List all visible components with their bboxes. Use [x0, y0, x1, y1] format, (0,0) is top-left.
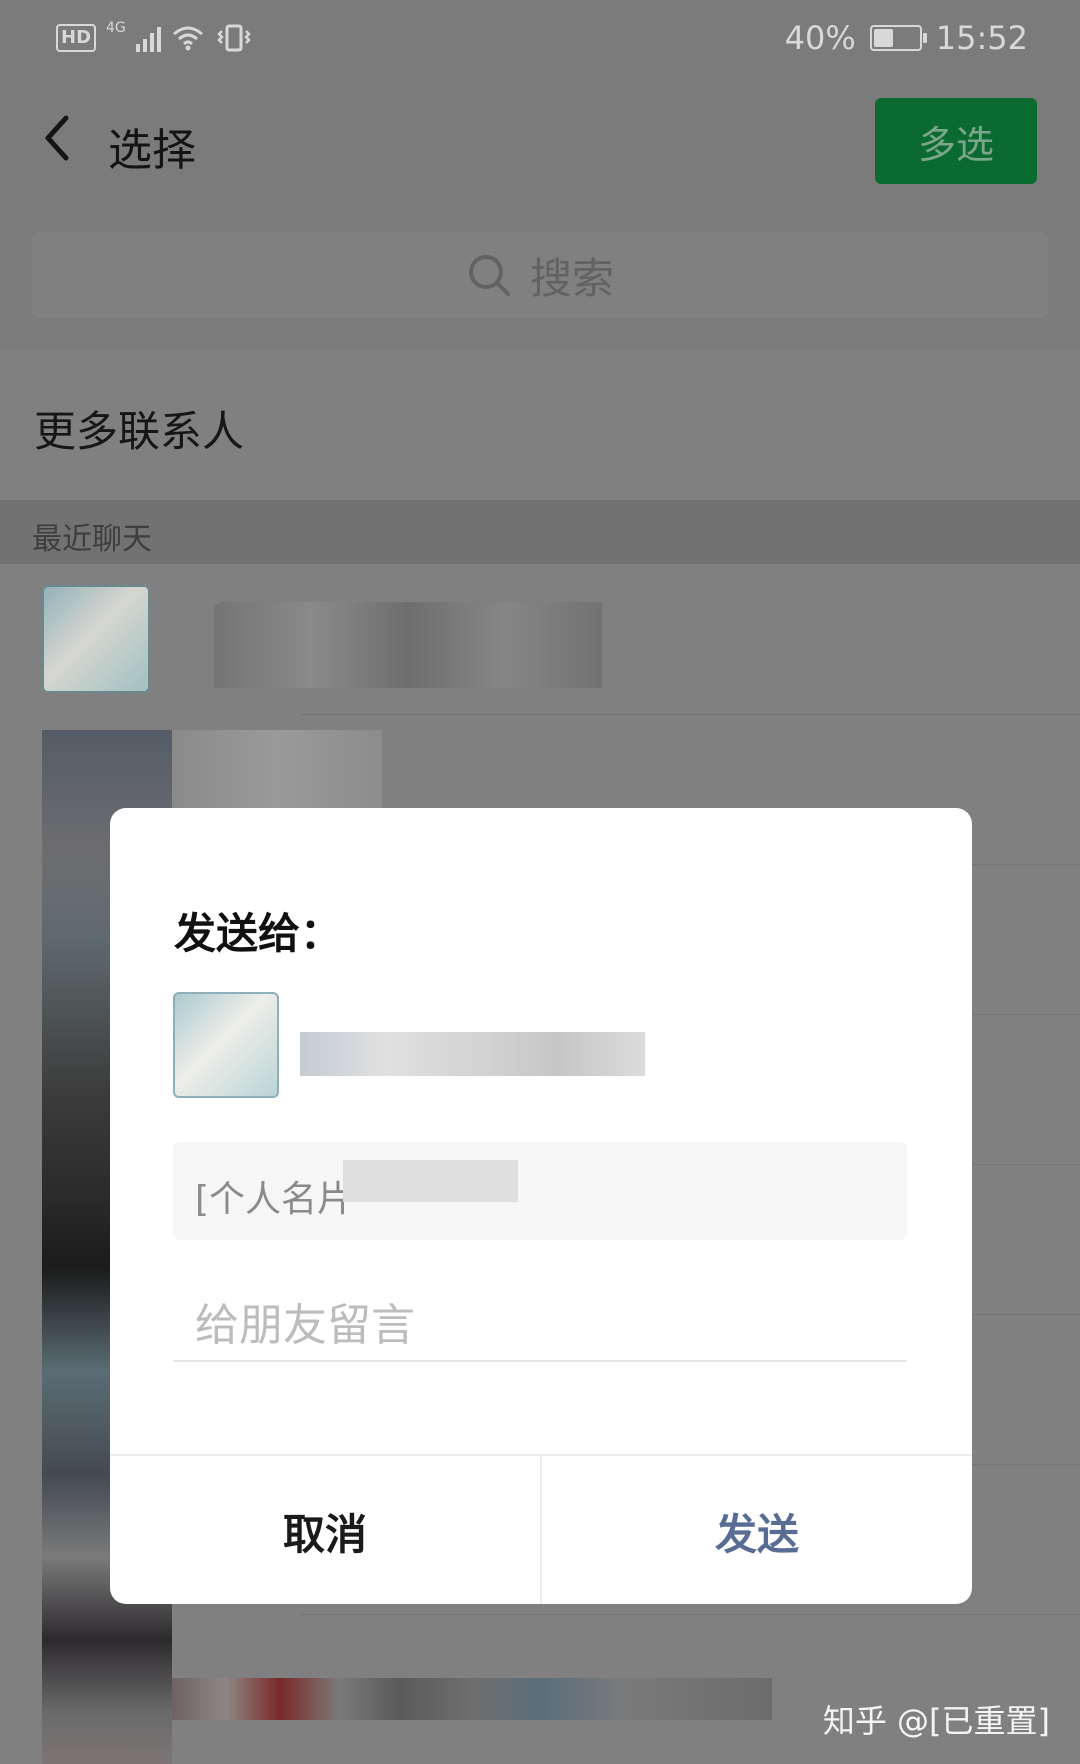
network-type: 4G	[106, 20, 126, 36]
recent-chats-header: 最近聊天	[0, 500, 1080, 564]
pixelated-card-name	[343, 1160, 518, 1202]
list-divider	[300, 1614, 1080, 1615]
status-bar: HD 4G 40% 15:52	[0, 0, 1080, 78]
recipient-avatar	[173, 992, 279, 1098]
pixelated-name	[172, 1678, 772, 1720]
page-title: 选择	[108, 125, 196, 176]
battery-level	[873, 29, 893, 47]
card-preview-text: [个人名片	[195, 1179, 354, 1220]
avatar[interactable]	[42, 585, 150, 693]
status-icons-left: HD 4G	[56, 20, 253, 56]
dialog-title: 发送给：	[174, 909, 343, 958]
dialog-actions: 取消 发送	[110, 1454, 972, 1604]
watermark: 知乎 @[已重置]	[822, 1702, 1050, 1740]
cancel-button[interactable]: 取消	[110, 1456, 542, 1604]
search-bar[interactable]: 搜索	[32, 232, 1048, 318]
send-button[interactable]: 发送	[542, 1456, 972, 1604]
wifi-icon	[172, 26, 203, 51]
signal-icon	[135, 24, 161, 52]
more-contacts-row[interactable]: 更多联系人	[0, 350, 1080, 500]
send-to-dialog: 发送给： [个人名片 取消 发送	[110, 808, 972, 1604]
battery-icon	[869, 25, 927, 51]
battery-percent: 40%	[784, 19, 856, 57]
recent-chats-label: 最近聊天	[32, 522, 152, 557]
top-bar: 选择 多选 搜索	[0, 78, 1080, 350]
clock: 15:52	[935, 19, 1028, 57]
status-icons-right: 40% 15:52	[785, 14, 1028, 62]
pixelated-name	[214, 602, 602, 688]
list-divider	[300, 714, 1080, 715]
hd-badge: HD	[56, 24, 97, 52]
multi-select-button[interactable]: 多选	[875, 98, 1037, 184]
card-preview: [个人名片	[173, 1142, 907, 1240]
search-icon	[468, 255, 510, 296]
vibrate-icon	[217, 24, 251, 52]
more-contacts-label: 更多联系人	[34, 407, 245, 456]
search-placeholder: 搜索	[529, 253, 614, 303]
message-input[interactable]	[173, 1290, 907, 1362]
pixelated-recipient-name	[300, 1032, 645, 1076]
back-arrow-icon[interactable]	[38, 108, 78, 168]
pixelated-name	[172, 730, 382, 810]
